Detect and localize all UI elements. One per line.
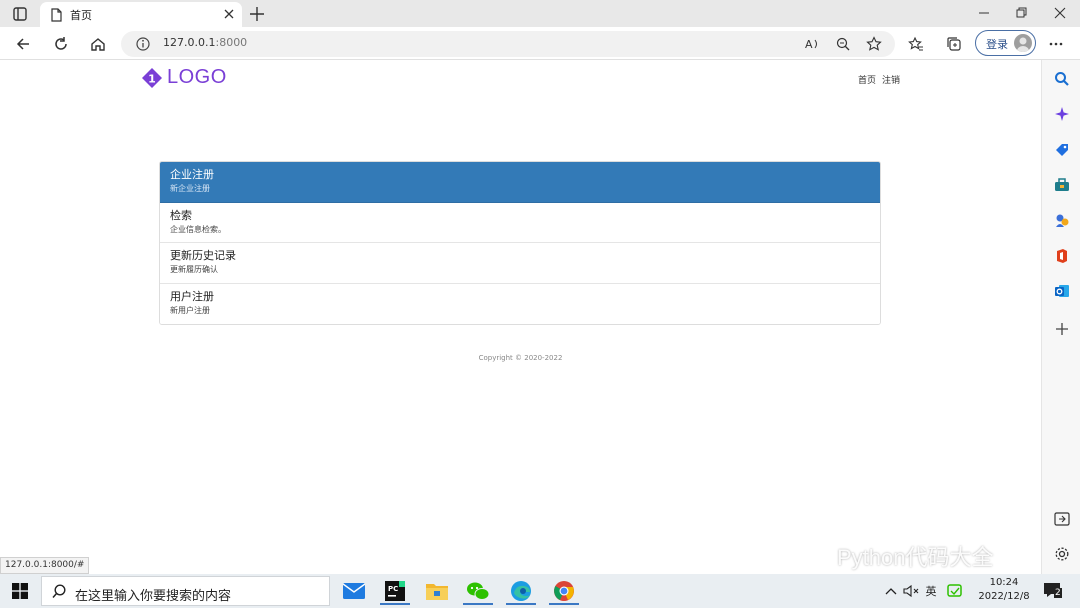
taskbar-file-explorer-icon[interactable]: [418, 577, 456, 605]
hide-sidebar-icon[interactable]: [1053, 510, 1071, 528]
watermark-text: Python代码大全: [837, 545, 994, 570]
collections-icon[interactable]: [944, 34, 964, 54]
list-item-update-history[interactable]: 更新历史记录 更新履历确认: [160, 243, 880, 284]
favorites-icon[interactable]: [906, 34, 926, 54]
edge-sidebar: [1041, 60, 1080, 574]
zoom-out-icon[interactable]: [835, 36, 851, 52]
nav-logout-link[interactable]: 注销: [882, 76, 900, 86]
list-item-title: 检索: [170, 208, 192, 222]
page-icon: [51, 7, 62, 22]
list-item-desc: 企业信息检索。: [170, 224, 226, 234]
browser-tab-active[interactable]: 首页: [40, 2, 242, 27]
list-item-user-register[interactable]: 用户注册 新用户注册: [160, 283, 880, 324]
search-icon: [52, 584, 66, 598]
tab-title: 首页: [70, 8, 92, 22]
site-logo[interactable]: 1 LOGO: [141, 66, 227, 89]
svg-text:A: A: [805, 38, 813, 51]
taskbar-wechat-icon[interactable]: [459, 577, 497, 605]
notification-center-icon[interactable]: 2: [1043, 582, 1062, 598]
tab-close-icon[interactable]: [222, 7, 236, 21]
taskbar-search-text: 在这里输入你要搜索的内容: [75, 589, 232, 604]
wechat-icon: [796, 542, 830, 569]
search-icon[interactable]: [1053, 70, 1071, 88]
login-label: 登录: [986, 38, 1008, 51]
notification-count: 2: [1054, 588, 1062, 598]
office-icon[interactable]: [1053, 247, 1071, 265]
list-item-title: 更新历史记录: [170, 249, 236, 262]
page-footer: Copyright © 2020-2022: [478, 354, 563, 362]
browser-titlebar: 首页: [0, 0, 1080, 27]
taskbar-search-input[interactable]: 在这里输入你要搜索的内容: [41, 576, 330, 606]
clock-time: 10:24: [989, 577, 1019, 588]
home-icon[interactable]: [88, 34, 108, 54]
list-item-desc: 更新履历确认: [170, 265, 218, 274]
logo-text: LOGO: [167, 66, 227, 88]
close-window-icon[interactable]: [1048, 4, 1072, 22]
taskbar-edge-icon[interactable]: [502, 577, 540, 605]
url-port: :8000: [215, 36, 248, 49]
watermark: Python代码大全: [795, 540, 994, 572]
status-url: 127.0.0.1:8000/#: [0, 557, 90, 574]
tray-chevron-up-icon[interactable]: [883, 583, 899, 599]
back-icon[interactable]: [13, 34, 33, 54]
restore-icon[interactable]: [1009, 4, 1033, 22]
list-item-search[interactable]: 检索 企业信息检索。: [160, 202, 880, 243]
volume-mute-icon[interactable]: [903, 583, 919, 599]
clock-date: 2022/12/8: [978, 591, 1030, 602]
new-tab-icon[interactable]: [248, 5, 266, 23]
login-button[interactable]: 登录: [975, 30, 1036, 56]
taskbar-mail-icon[interactable]: [335, 577, 373, 605]
ime-indicator[interactable]: 英: [923, 583, 939, 599]
outlook-icon[interactable]: [1053, 282, 1071, 300]
list-item-desc: 新用户注册: [170, 305, 210, 315]
taskbar-chrome-icon[interactable]: [545, 577, 583, 605]
browser-toolbar: 127.0.0.1:8000 A 登录: [0, 27, 1080, 60]
wechat-tray-icon[interactable]: [947, 583, 963, 599]
top-nav: 首页 注销: [858, 73, 906, 86]
info-icon[interactable]: [135, 36, 151, 52]
add-favorite-icon[interactable]: [866, 36, 882, 52]
list-item-title: 用户注册: [170, 289, 214, 303]
add-icon[interactable]: [1053, 320, 1071, 338]
tab-actions-icon[interactable]: [8, 4, 32, 24]
nav-home-link[interactable]: 首页: [858, 76, 876, 86]
minimize-icon[interactable]: [972, 4, 996, 22]
url-text[interactable]: 127.0.0.1:8000: [163, 36, 247, 49]
more-icon[interactable]: [1046, 34, 1066, 54]
svg-text:1: 1: [148, 72, 156, 85]
url-host: 127.0.0.1: [163, 36, 216, 49]
address-bar[interactable]: 127.0.0.1:8000 A: [121, 31, 895, 57]
svg-text:PC: PC: [388, 585, 398, 593]
games-icon[interactable]: [1053, 211, 1071, 229]
avatar: [1014, 34, 1032, 52]
tools-icon[interactable]: [1053, 176, 1071, 194]
list-item-company-register[interactable]: 企业注册 新企业注册: [160, 162, 880, 203]
copilot-sparkle-icon[interactable]: [1053, 105, 1071, 123]
windows-start-icon[interactable]: [12, 583, 28, 599]
settings-gear-icon[interactable]: [1053, 545, 1071, 563]
logo-icon: 1: [142, 67, 162, 88]
read-aloud-icon[interactable]: A: [804, 36, 820, 52]
refresh-icon[interactable]: [51, 34, 71, 54]
taskbar-pycharm-icon[interactable]: PC: [376, 577, 414, 605]
list-item-desc: 新企业注册: [170, 184, 210, 193]
shopping-tag-icon[interactable]: [1053, 141, 1071, 159]
menu-list: 企业注册 新企业注册 检索 企业信息检索。 更新历史记录 更新履历确认 用户注册…: [159, 161, 881, 325]
list-item-title: 企业注册: [170, 168, 214, 181]
page-viewport: 1 LOGO 首页 注销 企业注册 新企业注册 检索 企业信息检索。 更新历史记录…: [0, 60, 1041, 574]
taskbar-clock[interactable]: 10:24 2022/12/8: [976, 576, 1032, 604]
windows-taskbar: 在这里输入你要搜索的内容 PC 英 10:24 2022/12/8 2: [0, 574, 1080, 608]
